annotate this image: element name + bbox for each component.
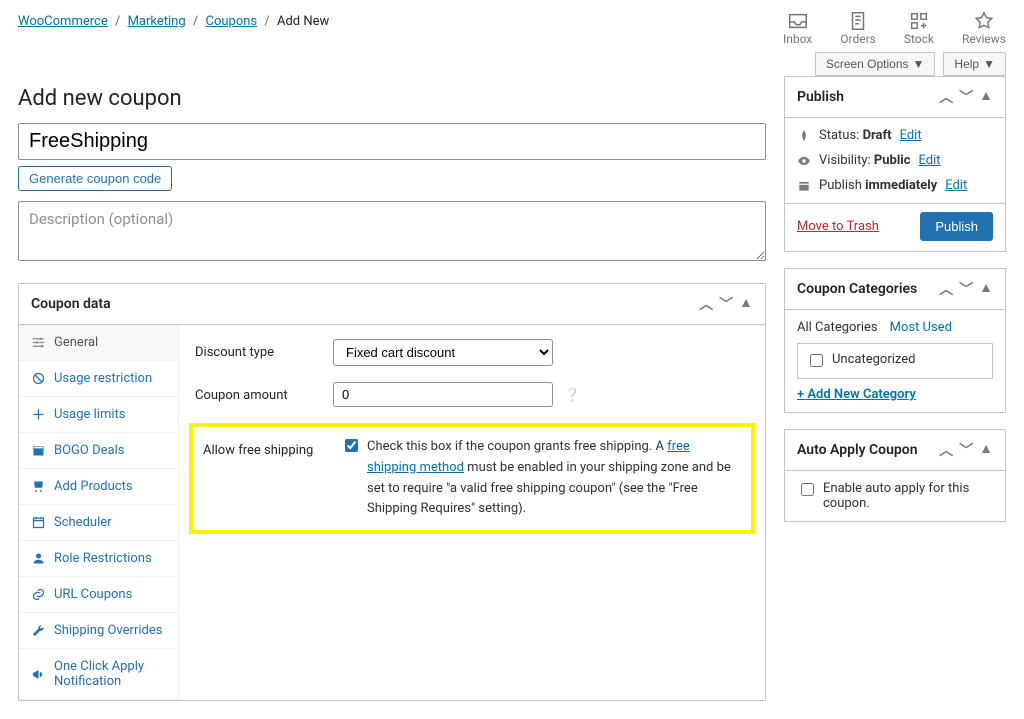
screen-options-button[interactable]: Screen Options ▼ <box>815 52 936 76</box>
tab-one-click-apply[interactable]: One Click Apply Notification <box>19 649 178 700</box>
orders-icon <box>847 10 869 32</box>
user-icon <box>31 551 46 566</box>
move-down-icon[interactable]: ﹀ <box>959 440 973 460</box>
toggle-icon[interactable]: ▲ <box>979 279 993 299</box>
publish-date-row: Publish immediately Edit <box>797 178 993 193</box>
free-shipping-label: Allow free shipping <box>203 437 323 458</box>
visibility-edit-link[interactable]: Edit <box>919 153 941 168</box>
reviews-icon <box>973 10 995 32</box>
auto-apply-box: Auto Apply Coupon ︿ ﹀ ▲ Enable auto appl… <box>784 429 1006 522</box>
block-icon <box>31 371 46 386</box>
eye-icon <box>797 154 811 168</box>
wrench-icon <box>31 623 46 638</box>
free-shipping-description: Check this box if the coupon grants free… <box>367 437 741 520</box>
uncategorized-checkbox[interactable] <box>810 354 823 367</box>
auto-apply-row[interactable]: Enable auto apply for this coupon. <box>797 481 993 511</box>
discount-type-select[interactable]: Fixed cart discount <box>333 339 553 366</box>
tab-add-products[interactable]: Add Products <box>19 469 178 505</box>
inbox-button[interactable]: Inbox <box>783 10 812 46</box>
help-icon[interactable]: ❔ <box>564 388 580 403</box>
toggle-icon[interactable]: ▲ <box>979 87 993 107</box>
auto-apply-title: Auto Apply Coupon <box>797 442 918 458</box>
category-uncategorized[interactable]: Uncategorized <box>806 352 984 370</box>
tab-shipping-overrides[interactable]: Shipping Overrides <box>19 613 178 649</box>
breadcrumb-woocommerce[interactable]: WooCommerce <box>18 14 108 29</box>
tab-role-restrictions[interactable]: Role Restrictions <box>19 541 178 577</box>
breadcrumb-current: Add New <box>277 14 329 29</box>
move-down-icon[interactable]: ﹀ <box>719 294 733 314</box>
coupon-data-box: Coupon data ︿ ﹀ ▲ General Usage restrict… <box>18 283 766 701</box>
pin-icon <box>797 129 811 143</box>
coupon-code-input[interactable] <box>18 123 766 160</box>
calendar-icon <box>797 179 811 193</box>
tab-bogo[interactable]: BOGO Deals <box>19 433 178 469</box>
calendar-icon <box>31 515 46 530</box>
toggle-icon[interactable]: ▲ <box>979 440 993 460</box>
move-up-icon[interactable]: ︿ <box>699 294 713 314</box>
tab-scheduler[interactable]: Scheduler <box>19 505 178 541</box>
stock-button[interactable]: Stock <box>904 10 934 46</box>
move-down-icon[interactable]: ﹀ <box>959 279 973 299</box>
move-down-icon[interactable]: ﹀ <box>959 87 973 107</box>
categories-title: Coupon Categories <box>797 281 917 297</box>
free-shipping-highlight: Allow free shipping Check this box if th… <box>189 423 755 534</box>
page-title: Add new coupon <box>18 86 766 111</box>
gift-icon <box>31 443 46 458</box>
help-button[interactable]: Help ▼ <box>943 52 1006 76</box>
description-textarea[interactable] <box>18 201 766 261</box>
stock-icon <box>908 10 930 32</box>
publish-title: Publish <box>797 89 844 105</box>
reviews-button[interactable]: Reviews <box>962 10 1006 46</box>
orders-button[interactable]: Orders <box>840 10 876 46</box>
publish-edit-link[interactable]: Edit <box>945 178 967 193</box>
auto-apply-checkbox[interactable] <box>801 483 814 496</box>
tab-all-categories[interactable]: All Categories <box>797 320 878 335</box>
breadcrumb-coupons[interactable]: Coupons <box>205 14 257 29</box>
coupon-categories-box: Coupon Categories ︿ ﹀ ▲ All Categories M… <box>784 268 1006 413</box>
status-row: Status: Draft Edit <box>797 128 993 143</box>
coupon-amount-label: Coupon amount <box>195 382 315 403</box>
move-up-icon[interactable]: ︿ <box>939 87 953 107</box>
move-up-icon[interactable]: ︿ <box>939 279 953 299</box>
add-new-category-link[interactable]: + Add New Category <box>797 387 916 402</box>
link-icon <box>31 587 46 602</box>
generate-coupon-code-button[interactable]: Generate coupon code <box>18 166 172 191</box>
sliders-icon <box>31 335 46 350</box>
tab-general[interactable]: General <box>19 325 178 361</box>
breadcrumb: WooCommerce / Marketing / Coupons / Add … <box>18 10 329 29</box>
coupon-data-title: Coupon data <box>31 296 111 312</box>
publish-box: Publish ︿ ﹀ ▲ Status: Draft Edit Visibil… <box>784 76 1006 252</box>
plus-icon <box>31 407 46 422</box>
visibility-row: Visibility: Public Edit <box>797 153 993 168</box>
cart-icon <box>31 479 46 494</box>
tab-most-used[interactable]: Most Used <box>890 320 952 335</box>
free-shipping-checkbox[interactable] <box>345 439 358 452</box>
discount-type-label: Discount type <box>195 339 315 360</box>
tab-usage-restriction[interactable]: Usage restriction <box>19 361 178 397</box>
inbox-icon <box>787 10 809 32</box>
status-edit-link[interactable]: Edit <box>900 128 922 143</box>
breadcrumb-marketing[interactable]: Marketing <box>128 14 186 29</box>
megaphone-icon <box>31 667 46 682</box>
coupon-amount-input[interactable] <box>333 382 553 407</box>
toggle-icon[interactable]: ▲ <box>739 294 753 314</box>
move-to-trash-link[interactable]: Move to Trash <box>797 219 879 234</box>
move-up-icon[interactable]: ︿ <box>939 440 953 460</box>
tab-usage-limits[interactable]: Usage limits <box>19 397 178 433</box>
tab-url-coupons[interactable]: URL Coupons <box>19 577 178 613</box>
publish-button[interactable]: Publish <box>920 212 993 241</box>
